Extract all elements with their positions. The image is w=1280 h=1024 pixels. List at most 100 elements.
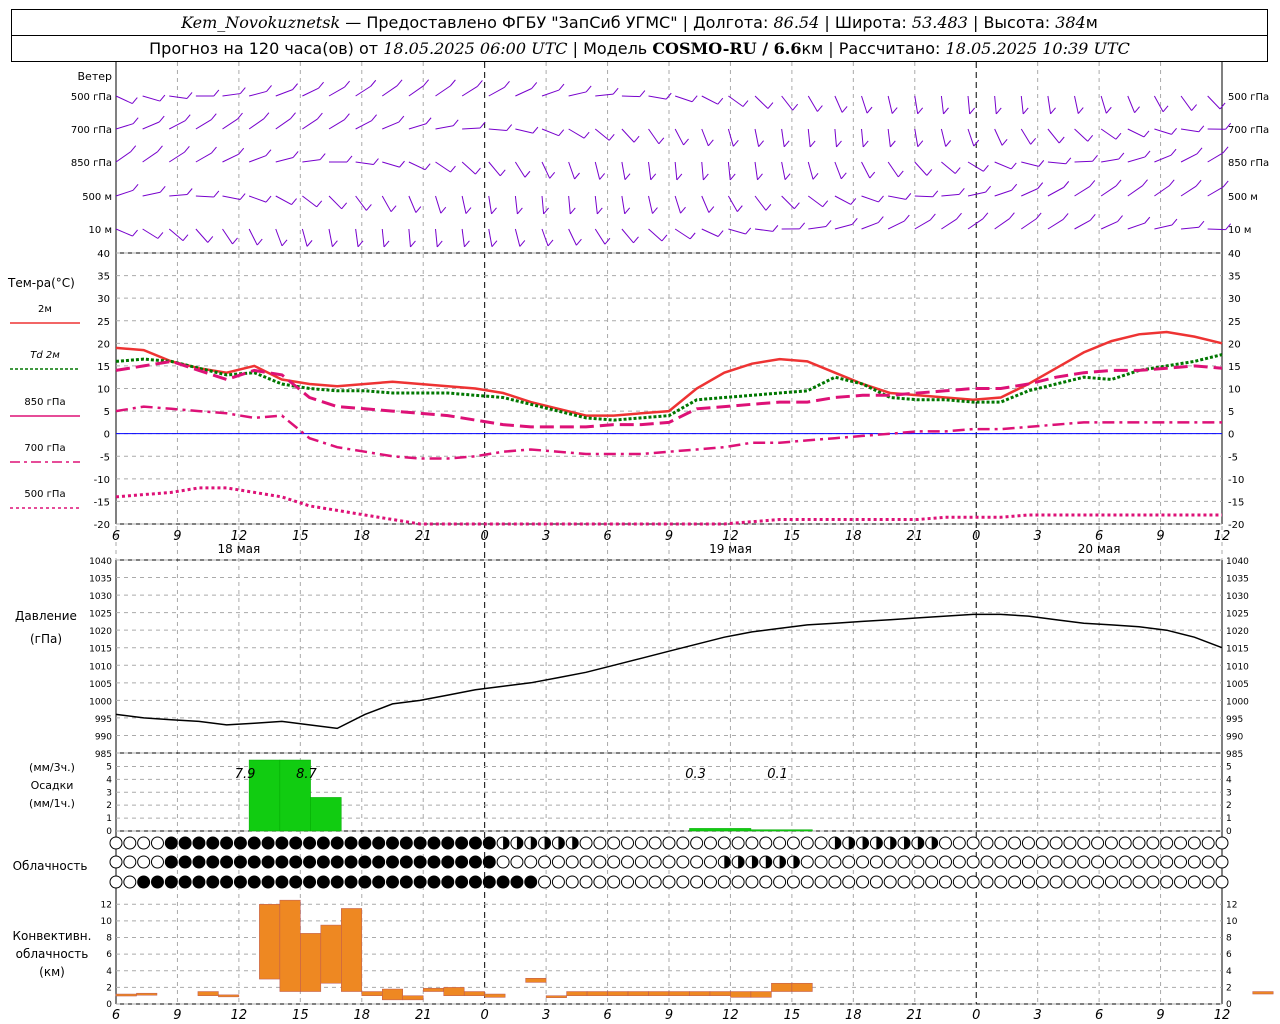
pres-tick-label-right: 1020 <box>1226 627 1249 637</box>
cloud-cover-symbol <box>413 875 427 889</box>
wind-barb-feather <box>157 145 163 153</box>
wind-barb <box>621 128 635 143</box>
cloud-cover-symbol <box>1049 836 1063 850</box>
cloud-cover-symbol <box>703 875 717 889</box>
wind-barb-feather <box>491 240 498 248</box>
cloud-half-symbol <box>779 856 786 868</box>
wind-barb-feather <box>917 140 924 148</box>
wind-barb-feather <box>758 140 764 147</box>
wind-barb <box>1074 128 1089 142</box>
cloud-half-symbol <box>890 837 897 849</box>
cloud-cover-symbol <box>1104 875 1118 889</box>
wind-barb <box>967 128 975 147</box>
cloud-cover-symbol <box>1146 875 1160 889</box>
cloud-cover-symbol <box>1215 875 1229 889</box>
wind-barb-feather <box>742 100 749 107</box>
cloud-cover-symbol <box>925 875 939 889</box>
hour-tick-label: 0 <box>481 529 489 544</box>
wind-barb <box>568 161 576 180</box>
conv-cloud-bar <box>607 991 629 996</box>
wind-barb-feather <box>732 139 739 147</box>
legend-label: Td 2м <box>30 350 60 361</box>
pres-tick-label-right: 1035 <box>1226 575 1249 585</box>
temp-tick-label: 40 <box>97 249 110 260</box>
temp-tick-label: 0 <box>104 430 110 441</box>
wind-barb-feather <box>851 218 858 225</box>
pres-tick-label: 985 <box>95 750 112 760</box>
cloud-cover-symbol <box>206 855 220 869</box>
cloud-cover-symbol <box>261 836 275 850</box>
cloud-cover-symbol <box>593 875 607 889</box>
wind-barb-feather <box>344 113 350 121</box>
wind-barb-feather <box>812 173 819 180</box>
cloud-cover-symbol <box>731 836 745 850</box>
wind-barb-feather <box>130 145 137 152</box>
cloud-cover-symbol <box>468 836 482 850</box>
wind-barb <box>594 228 606 245</box>
wind-barb-feather <box>1115 179 1122 187</box>
wind-barb-feather <box>729 173 736 181</box>
wind-barb <box>435 85 451 97</box>
wind-barb <box>701 128 709 146</box>
wind-barb <box>142 121 160 130</box>
cloud-half-symbol <box>876 837 883 849</box>
cloud-cover-symbol <box>1215 836 1229 850</box>
wind-barb <box>940 128 947 147</box>
cloud-cover-symbol <box>386 836 399 850</box>
legend-label: 850 гПа <box>24 397 65 408</box>
wind-barb <box>834 223 853 230</box>
wind-barb <box>461 195 467 214</box>
wind-barb <box>381 195 392 212</box>
wind-barb <box>302 195 318 208</box>
wind-barb-feather <box>877 216 884 223</box>
cloud-cover-symbol <box>524 855 538 869</box>
cloud-cover-symbol <box>551 855 565 869</box>
pres-tick-label: 1020 <box>89 627 112 637</box>
wind-barb <box>1180 185 1197 197</box>
cloud-cover-symbol <box>980 836 994 850</box>
wind-barb-feather <box>1011 183 1018 191</box>
wind-barb <box>1020 95 1024 114</box>
pres-tick-label-right: 1025 <box>1226 610 1249 620</box>
wind-barb <box>941 218 957 230</box>
wind-barb <box>301 228 308 247</box>
wind-barb <box>727 195 738 212</box>
wind-barb-feather <box>290 112 296 120</box>
wind-barb-feather <box>1191 104 1197 111</box>
wind-barb-feather <box>415 206 422 213</box>
cloud-cover-symbol <box>275 875 289 889</box>
precip-amount-label: 8.7 <box>296 767 317 782</box>
temp-tick-label: 35 <box>97 272 110 283</box>
wind-barb <box>382 161 400 168</box>
wind-barb-feather <box>905 193 912 200</box>
cloud-cover-symbol <box>496 855 510 869</box>
wind-barb-feather <box>683 138 689 146</box>
cloud-cover-symbol <box>482 836 496 850</box>
wind-barb-feather <box>292 83 298 90</box>
cloud-cover-symbol <box>233 836 247 850</box>
wind-barb <box>1021 218 1037 230</box>
wind-barb <box>435 228 438 247</box>
wind-barb-feather <box>266 85 272 92</box>
wind-barb-feather <box>184 114 191 121</box>
legend-label: 500 гПа <box>24 489 65 500</box>
hour-tick-label-bottom: 21 <box>907 1008 924 1023</box>
cloud-cover-symbol <box>538 855 552 869</box>
conv-cloud-bar <box>525 977 547 983</box>
wind-barb <box>382 121 400 130</box>
wind-barb-feather <box>836 140 842 148</box>
cloud-cover-symbol <box>482 855 496 869</box>
wind-barb-feather <box>1105 106 1112 114</box>
cloud-cover-symbol <box>565 855 579 869</box>
cloud-cover-symbol <box>178 875 192 889</box>
wind-barb <box>568 91 587 97</box>
cloud-cover-symbol <box>1063 875 1077 889</box>
cloud-cover-symbol <box>1201 855 1215 869</box>
wind-barb <box>808 225 827 230</box>
cloud-cover-symbol <box>206 875 220 889</box>
cloud-cover-symbol <box>372 875 386 889</box>
wind-barb-feather <box>1134 106 1140 113</box>
cloud-cover-symbol <box>869 855 883 869</box>
wind-barb <box>1100 221 1118 230</box>
wind-barb <box>648 128 660 145</box>
